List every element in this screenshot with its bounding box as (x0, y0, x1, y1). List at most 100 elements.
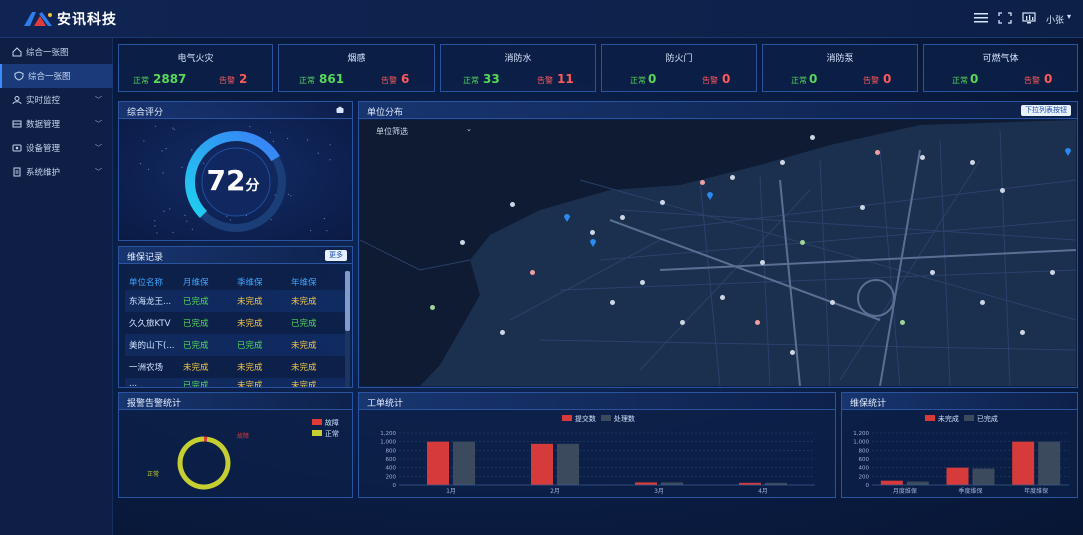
menu-list-icon[interactable] (974, 12, 988, 24)
table-row[interactable]: 一洲农场 未完成 未完成 未完成 (125, 356, 349, 378)
quarterly-status: 未完成 (237, 319, 263, 329)
fullscreen-icon[interactable] (998, 12, 1012, 24)
ok-label: 正常 (463, 76, 479, 85)
sidebar-item-monitor[interactable]: 实时监控 ﹀ (0, 88, 113, 112)
unit-name: ... (129, 379, 138, 387)
legend-label: 故障 (324, 419, 339, 427)
bar-已完成[interactable] (1038, 441, 1061, 485)
y-tick-label: 1,000 (380, 440, 396, 446)
map-canvas[interactable]: 单位筛选 ⌄ (360, 120, 1076, 386)
camera-icon[interactable] (336, 106, 344, 114)
star (290, 195, 292, 197)
ring-slice-正常[interactable] (177, 436, 231, 490)
y-tick-label: 200 (859, 474, 870, 480)
table-row[interactable]: 久久旅KTV 已完成 未完成 已完成 (125, 312, 349, 334)
sidebar-item-data[interactable]: 数据管理 ﹀ (0, 112, 113, 136)
map-poi (830, 300, 835, 305)
map-poi (1000, 188, 1005, 193)
dashboard-main: 电气火灾 正常 2887 告警 2 烟感 正常 861 告警 6 消防水 正常 … (113, 38, 1083, 535)
x-tick-label: 1月 (446, 488, 456, 495)
map-poi (800, 240, 805, 245)
ok-count: 0 (809, 72, 818, 86)
stat-card-fire-door[interactable]: 防火门 正常 0 告警 0 (601, 44, 757, 92)
legend-item[interactable]: 正常 (312, 429, 339, 439)
dropdown-list-button[interactable]: 下拉列表按钮 (1021, 105, 1071, 116)
table-row[interactable]: ... 已完成 未完成 未完成 (125, 378, 349, 387)
quarterly-status: 已完成 (237, 341, 263, 351)
ok-count: 2887 (153, 72, 187, 86)
alarm-label: 告警 (537, 76, 553, 85)
bar-提交数[interactable] (427, 441, 449, 485)
star (191, 228, 193, 230)
panel-title: 综合评分 (127, 108, 164, 118)
stat-values: 正常 33 告警 11 (441, 72, 595, 86)
stat-card-fire-water[interactable]: 消防水 正常 33 告警 11 (440, 44, 596, 92)
legend-swatch (312, 430, 322, 436)
sidebar-item-overview-map[interactable]: 综合一张图 (0, 64, 113, 88)
bar-处理数[interactable] (453, 441, 475, 485)
panel-header: 单位分布 下拉列表按钮 (359, 102, 1077, 119)
shield-icon (14, 71, 24, 81)
chevron-down-icon[interactable]: ▾ (1067, 12, 1071, 21)
scrollbar-thumb[interactable] (345, 271, 350, 331)
table-row[interactable]: 美的山下(... 已完成 已完成 未完成 (125, 334, 349, 356)
alarm-label: 告警 (863, 76, 879, 85)
more-button[interactable]: 更多 (325, 250, 347, 261)
bar-未完成[interactable] (880, 480, 903, 485)
monitor-icon[interactable] (1022, 12, 1036, 24)
map-poi (1020, 330, 1025, 335)
panel-title: 单位分布 (367, 108, 404, 118)
ok-count: 0 (648, 72, 657, 86)
map-poi (700, 180, 705, 185)
sidebar-item-device[interactable]: 设备管理 ﹀ (0, 136, 113, 160)
sidebar-item-system[interactable]: 系统维护 ﹀ (0, 160, 113, 184)
unit-name: 东海龙王... (129, 297, 172, 307)
legend-swatch (562, 415, 572, 421)
star (329, 144, 331, 146)
column-header: 年维保 (291, 278, 317, 288)
star (172, 127, 174, 129)
map-poi (610, 300, 615, 305)
table-row[interactable]: 东海龙王... 已完成 未完成 未完成 (125, 290, 349, 312)
y-tick-label: 400 (386, 466, 397, 472)
bar-处理数[interactable] (557, 443, 579, 485)
table-scrollbar[interactable] (345, 271, 350, 387)
alarm-label: 告警 (381, 76, 397, 85)
sidebar-item-label: 数据管理 (26, 120, 61, 130)
logo-mark-icon (24, 12, 52, 26)
bar-提交数[interactable] (531, 443, 553, 485)
stat-values: 正常 0 告警 0 (924, 72, 1077, 86)
stat-card-smoke[interactable]: 烟感 正常 861 告警 6 (278, 44, 435, 92)
panel-title: 报警告警统计 (127, 399, 182, 409)
map-pin-icon[interactable] (589, 237, 597, 247)
map-pin-icon[interactable] (563, 212, 571, 222)
bar-未完成[interactable] (946, 467, 969, 485)
bar-已完成[interactable] (972, 468, 995, 485)
sidebar-item-overview[interactable]: 综合一张图 (0, 40, 113, 64)
map-pin-icon[interactable] (706, 190, 714, 200)
ok-count: 0 (970, 72, 979, 86)
brand-logo[interactable]: 安讯科技 (22, 10, 117, 28)
map-pin-icon[interactable] (1064, 146, 1072, 156)
bar-已完成[interactable] (906, 481, 929, 485)
yearly-status: 未完成 (291, 297, 317, 307)
bar-未完成[interactable] (1012, 441, 1035, 485)
map-poi (590, 230, 595, 235)
chevron-down-icon[interactable]: ⌄ (466, 125, 472, 133)
home-icon (12, 47, 22, 57)
map-poi (920, 155, 925, 160)
stat-card-combustible-gas[interactable]: 可燃气体 正常 0 告警 0 (923, 44, 1078, 92)
unit-filter-dropdown[interactable]: 单位筛选 (376, 126, 408, 137)
score-unit: 分 (245, 178, 260, 194)
app-header: 安讯科技 小张 ▾ (0, 0, 1083, 38)
legend-label: 未完成 (937, 415, 959, 423)
stat-card-fire-pump[interactable]: 消防泵 正常 0 告警 0 (762, 44, 918, 92)
legend-item[interactable]: 故障 (312, 418, 339, 428)
user-name[interactable]: 小张 (1046, 13, 1064, 26)
y-tick-label: 0 (393, 483, 397, 489)
alarm-count: 2 (239, 72, 248, 86)
map-poi (640, 280, 645, 285)
ring-label-fault: 故障 (237, 433, 250, 440)
stat-card-electrical-fire[interactable]: 电气火灾 正常 2887 告警 2 (118, 44, 273, 92)
star (269, 131, 272, 134)
